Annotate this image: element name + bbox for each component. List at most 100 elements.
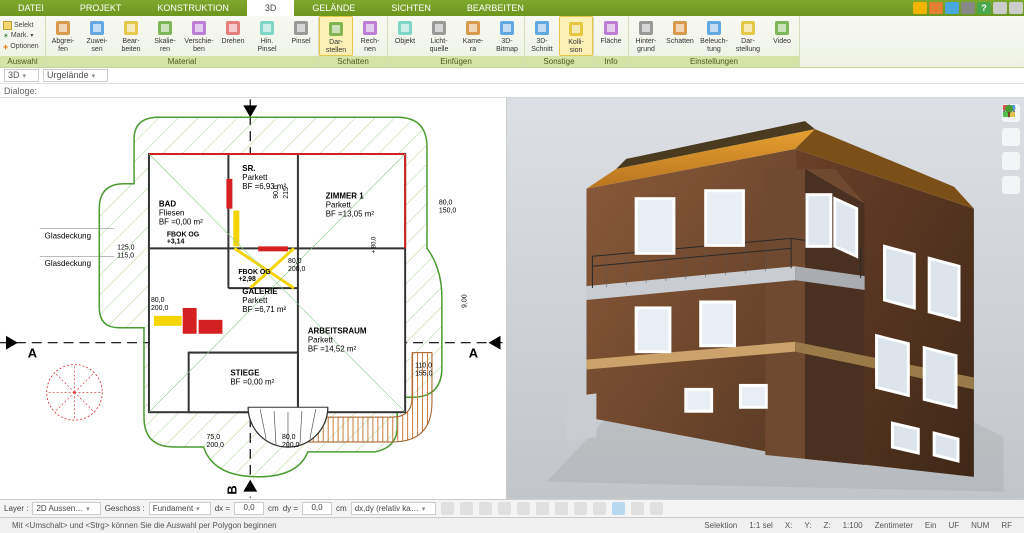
menu-tab-datei[interactable]: DATEI <box>0 0 62 16</box>
ribbon-btn-label: Licht-quelle <box>430 38 449 54</box>
ribbon-icon <box>88 19 106 37</box>
toolbar-icon[interactable] <box>1009 2 1023 14</box>
tool-icon[interactable] <box>593 502 606 515</box>
status-num: NUM <box>971 521 989 530</box>
ribbon-btn-verschieben[interactable]: Verschie-ben <box>182 16 216 56</box>
toolbar-icon[interactable] <box>929 2 943 14</box>
svg-text:BF =6,71 m²: BF =6,71 m² <box>242 305 286 314</box>
svg-text:STIEGE: STIEGE <box>230 368 259 377</box>
status-unit: Zentimeter <box>875 521 913 530</box>
ribbon-btn-schatten[interactable]: Schatten <box>663 16 697 56</box>
ribbon-btn-drehen[interactable]: Drehen <box>216 16 250 56</box>
svg-text:Parkett: Parkett <box>326 201 352 210</box>
sub-toolbar: 3D Urgelände <box>0 68 1024 84</box>
opt-selekt[interactable]: Selekt <box>3 21 43 30</box>
menu-tab-bearbeiten[interactable]: BEARBEITEN <box>449 0 542 16</box>
tool-icon[interactable] <box>631 502 644 515</box>
label-glasdeckung: Glasdeckung <box>45 231 91 240</box>
svg-text:200,0: 200,0 <box>207 442 225 449</box>
svg-text:90,0: 90,0 <box>273 185 280 199</box>
ribbon-btn-dschnitt[interactable]: 3D-Schnitt <box>525 16 559 56</box>
ribbon-icon <box>258 19 276 37</box>
ribbon-btn-pinsel[interactable]: Pinsel <box>284 16 318 56</box>
tool-icon[interactable] <box>498 502 511 515</box>
ribbon-btn-abgreifen[interactable]: Abgrei-fen <box>46 16 80 56</box>
tool-icon[interactable] <box>536 502 549 515</box>
section-label-b: B <box>224 485 239 494</box>
ribbon-btn-label: Abgrei-fen <box>52 38 75 54</box>
status-hint: Mit <Umschalt> und <Strg> können Sie die… <box>12 521 277 530</box>
help-icon[interactable]: ? <box>977 2 991 14</box>
geschoss-select[interactable]: Fundament <box>149 502 211 515</box>
ribbon-icon <box>292 19 310 37</box>
tool-icon[interactable] <box>441 502 454 515</box>
svg-text:+ 80,0: + 80,0 <box>371 236 377 253</box>
3d-view-pane[interactable] <box>507 98 1024 499</box>
ribbon-btn-zuweisen[interactable]: Zuwei-sen <box>80 16 114 56</box>
status-uf: UF <box>948 521 959 530</box>
ribbon-btn-label: Schatten <box>666 38 694 46</box>
tree-icon[interactable] <box>1002 176 1020 194</box>
tool-icon[interactable] <box>479 502 492 515</box>
dy-label: dy = <box>283 504 298 513</box>
toolbar-icon[interactable] <box>913 2 927 14</box>
ribbon-icon <box>773 19 791 37</box>
ribbon-btn-rechnen[interactable]: Rech-nen <box>353 16 387 56</box>
menu-tab-3d[interactable]: 3D <box>247 0 295 16</box>
terrain-select[interactable]: Urgelände <box>43 69 108 82</box>
floorplan-pane[interactable]: A A B <box>0 98 507 499</box>
tool-icon[interactable] <box>650 502 663 515</box>
ribbon-btn-lichtquelle[interactable]: Licht-quelle <box>422 16 456 56</box>
ribbon-btn-darstellen[interactable]: Dar-stellen <box>319 16 353 56</box>
tool-icon[interactable] <box>517 502 530 515</box>
menu-tab-sichten[interactable]: SICHTEN <box>373 0 449 16</box>
ribbon-btn-skalieren[interactable]: Skalie-ren <box>148 16 182 56</box>
dialoge-row: Dialoge: <box>0 84 1024 98</box>
ribbon-icon <box>224 19 242 37</box>
svg-text:80,0: 80,0 <box>439 200 453 207</box>
ribbon-btn-label: Rech-nen <box>361 38 380 54</box>
toolbar-icon[interactable] <box>993 2 1007 14</box>
ribbon-btn-label: Bear-beiten <box>121 38 140 54</box>
toolbar-icon[interactable] <box>961 2 975 14</box>
status-selektion: Selektion <box>704 521 737 530</box>
ribbon-btn-label: Skalie-ren <box>154 38 175 54</box>
opt-mark[interactable]: ✶Mark.▾ <box>3 32 43 40</box>
geschoss-label: Geschoss : <box>105 504 145 513</box>
svg-text:215: 215 <box>283 187 290 199</box>
coord-mode-select[interactable]: dx,dy (relativ ka… <box>351 502 437 515</box>
ribbon-icon <box>327 20 345 38</box>
ribbon-btn-kamera[interactable]: Kame-ra <box>456 16 490 56</box>
dx-input[interactable]: 0,0 <box>234 502 264 515</box>
ribbon-btn-flche[interactable]: Fläche <box>594 16 628 56</box>
ribbon-btn-beleuchtung[interactable]: Beleuch-tung <box>697 16 731 56</box>
svg-text:Parkett: Parkett <box>242 296 268 305</box>
view-select[interactable]: 3D <box>4 69 39 82</box>
menu-tab-projekt[interactable]: PROJEKT <box>62 0 140 16</box>
ribbon-btn-hintergrund[interactable]: Hinter-grund <box>629 16 663 56</box>
opt-optionen[interactable]: +Optionen <box>3 42 43 52</box>
ribbon-btn-hinpinsel[interactable]: Hin.Pinsel <box>250 16 284 56</box>
ribbon-btn-video[interactable]: Video <box>765 16 799 56</box>
toolbar-icon[interactable] <box>945 2 959 14</box>
ribbon-btn-dbitmap[interactable]: 3D-Bitmap <box>490 16 524 56</box>
ribbon-btn-darstellung[interactable]: Dar-stellung <box>731 16 765 56</box>
menu-tab-konstruktion[interactable]: KONSTRUKTION <box>139 0 247 16</box>
tool-icon[interactable] <box>612 502 625 515</box>
ribbon-group-label: Einfügen <box>388 56 524 67</box>
tool-icon[interactable] <box>555 502 568 515</box>
svg-text:Parkett: Parkett <box>308 336 334 345</box>
layer-select[interactable]: 2D Aussen… <box>32 502 100 515</box>
ribbon-btn-objekt[interactable]: Objekt <box>388 16 422 56</box>
menu-tab-gelaende[interactable]: GELÄNDE <box>294 0 373 16</box>
status-ratio: 1:100 <box>843 521 863 530</box>
svg-text:75,0: 75,0 <box>207 434 221 441</box>
dy-input[interactable]: 0,0 <box>302 502 332 515</box>
ribbon-btn-bearbeiten[interactable]: Bear-beiten <box>114 16 148 56</box>
ribbon: Selekt ✶Mark.▾ +Optionen Auswahl Abgrei-… <box>0 16 1024 68</box>
tool-icon[interactable] <box>460 502 473 515</box>
ribbon-btn-label: Zuwei-sen <box>86 38 107 54</box>
tool-icon[interactable] <box>574 502 587 515</box>
ribbon-btn-kollision[interactable]: Kolli-sion <box>559 16 593 56</box>
status-ein: Ein <box>925 521 937 530</box>
